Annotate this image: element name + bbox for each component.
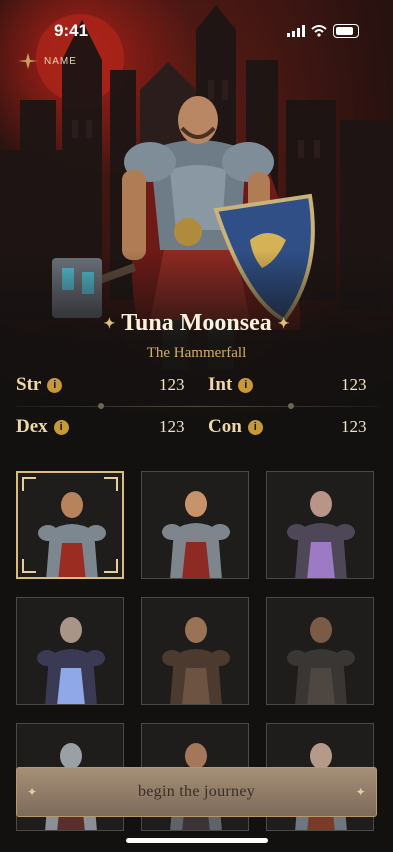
divider-dot — [98, 403, 104, 409]
status-time: 9:41 — [54, 21, 89, 40]
selection-corner — [22, 559, 36, 573]
stat-label: Dex — [16, 416, 48, 437]
character-portrait — [142, 598, 248, 704]
info-icon[interactable]: i — [238, 377, 254, 393]
name-tag-label: NAME — [44, 55, 77, 67]
compass-star-icon — [18, 53, 38, 69]
stat-value-str: 123 — [159, 375, 185, 394]
info-icon[interactable]: i — [247, 419, 263, 435]
info-icon[interactable]: i — [53, 419, 69, 435]
character-name-text: Tuna Moonsea — [121, 310, 272, 336]
stat-con: Con i — [208, 416, 263, 438]
info-icon[interactable]: i — [47, 377, 63, 393]
begin-journey-label: begin the journey — [137, 783, 256, 800]
ornament-icon-right: ✦ — [355, 785, 366, 799]
stat-value-int: 123 — [341, 375, 367, 394]
stats-divider — [16, 406, 378, 407]
character-name: ✦ Tuna Moonsea ✦ — [0, 310, 393, 337]
character-card-assassin[interactable] — [266, 597, 374, 705]
selection-corner — [22, 477, 36, 491]
stat-value-dex: 123 — [159, 417, 185, 436]
character-title: The Hammerfall — [146, 345, 247, 361]
spark-icon-right: ✦ — [277, 316, 290, 332]
character-card-sorceress[interactable] — [266, 471, 374, 579]
character-card-paladin-female[interactable] — [141, 471, 249, 579]
battery-icon — [333, 24, 359, 38]
stat-label: Int — [208, 374, 233, 395]
character-portrait — [267, 472, 373, 578]
character-portrait — [267, 598, 373, 704]
signal-icon — [287, 25, 305, 37]
name-tag[interactable]: NAME — [18, 53, 77, 69]
character-card-rogue[interactable] — [141, 597, 249, 705]
begin-journey-button[interactable]: ✦ begin the journey ✦ — [16, 767, 377, 817]
stat-label: Str — [16, 374, 42, 395]
ornament-icon-left: ✦ — [27, 785, 38, 799]
stats-panel: Str i 123 Int i 123 Dex i 123 Con i 123 — [16, 372, 378, 442]
selection-corner — [104, 477, 118, 491]
divider-dot — [288, 403, 294, 409]
stat-dex: Dex i — [16, 416, 69, 438]
status-icons — [287, 24, 359, 38]
spark-icon-left: ✦ — [103, 316, 116, 332]
character-card-warrior[interactable] — [16, 471, 124, 579]
stat-str: Str i — [16, 374, 63, 396]
stat-label: Con — [208, 416, 242, 437]
stat-int: Int i — [208, 374, 254, 396]
wifi-icon — [311, 25, 327, 37]
stat-value-con: 123 — [341, 417, 367, 436]
home-indicator[interactable] — [126, 838, 268, 843]
character-card-wizard[interactable] — [16, 597, 124, 705]
character-portrait — [17, 598, 123, 704]
selection-corner — [104, 559, 118, 573]
status-bar: 9:41 — [0, 0, 393, 54]
character-portrait — [142, 472, 248, 578]
